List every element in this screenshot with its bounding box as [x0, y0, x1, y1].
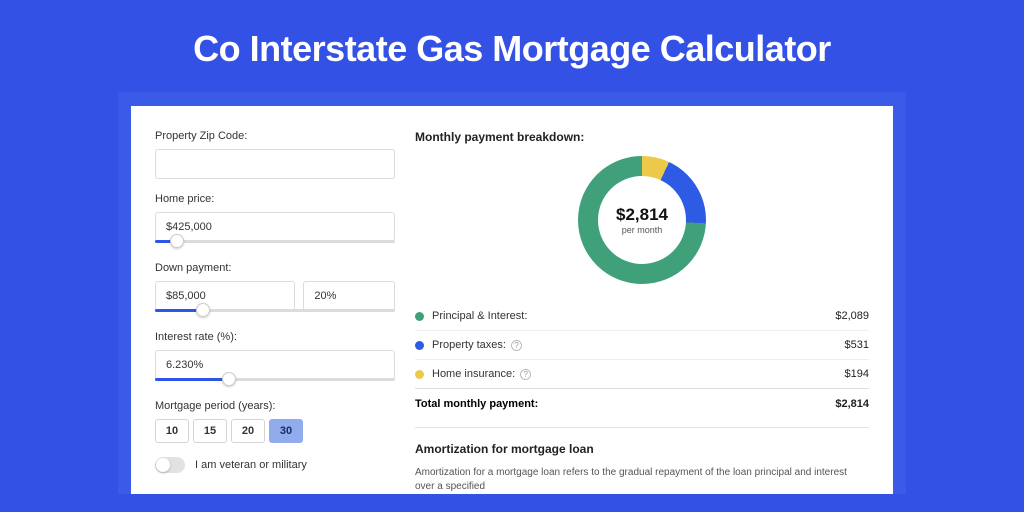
legend-label: Property taxes:	[432, 339, 506, 351]
home-price-slider[interactable]	[155, 238, 395, 248]
period-btn-30[interactable]: 30	[269, 419, 303, 443]
zip-input[interactable]	[155, 149, 395, 179]
breakdown-column: Monthly payment breakdown: $2,814 per mo…	[415, 130, 869, 494]
donut-center: $2,814 per month	[598, 176, 686, 264]
legend-label: Principal & Interest:	[432, 310, 527, 322]
veteran-field: I am veteran or military	[155, 457, 395, 473]
donut-amount: $2,814	[616, 205, 668, 225]
dot-icon	[415, 312, 424, 321]
zip-label: Property Zip Code:	[155, 130, 395, 142]
legend-row-principal: Principal & Interest: $2,089	[415, 302, 869, 330]
down-payment-label: Down payment:	[155, 262, 395, 274]
slider-thumb[interactable]	[170, 234, 184, 248]
down-payment-slider[interactable]	[155, 307, 395, 317]
donut-sub: per month	[622, 225, 663, 235]
total-label: Total monthly payment:	[415, 398, 538, 410]
breakdown-title: Monthly payment breakdown:	[415, 130, 869, 144]
veteran-label: I am veteran or military	[195, 459, 307, 471]
amortization-text: Amortization for a mortgage loan refers …	[415, 466, 869, 494]
interest-slider[interactable]	[155, 376, 395, 386]
home-price-field: Home price:	[155, 193, 395, 248]
legend-row-insurance: Home insurance: ? $194	[415, 359, 869, 388]
dot-icon	[415, 341, 424, 350]
donut-wrap: $2,814 per month	[415, 156, 869, 284]
page-title: Co Interstate Gas Mortgage Calculator	[193, 28, 831, 70]
home-price-label: Home price:	[155, 193, 395, 205]
calculator-stage: Property Zip Code: Home price: Down paym…	[118, 92, 906, 494]
calculator-card: Property Zip Code: Home price: Down paym…	[131, 106, 893, 494]
veteran-toggle[interactable]	[155, 457, 185, 473]
period-btn-10[interactable]: 10	[155, 419, 189, 443]
slider-track	[155, 240, 395, 243]
legend-value: $2,089	[835, 310, 869, 322]
legend-total-row: Total monthly payment: $2,814	[415, 388, 869, 419]
interest-label: Interest rate (%):	[155, 331, 395, 343]
total-value: $2,814	[835, 398, 869, 410]
info-icon[interactable]: ?	[520, 369, 531, 380]
legend: Principal & Interest: $2,089 Property ta…	[415, 302, 869, 419]
legend-value: $194	[845, 368, 869, 380]
period-label: Mortgage period (years):	[155, 400, 395, 412]
down-payment-field: Down payment:	[155, 262, 395, 317]
legend-row-taxes: Property taxes: ? $531	[415, 330, 869, 359]
period-btn-15[interactable]: 15	[193, 419, 227, 443]
amortization-section: Amortization for mortgage loan Amortizat…	[415, 427, 869, 494]
period-btn-20[interactable]: 20	[231, 419, 265, 443]
legend-value: $531	[845, 339, 869, 351]
info-icon[interactable]: ?	[511, 340, 522, 351]
period-field: Mortgage period (years): 10 15 20 30	[155, 400, 395, 443]
dot-icon	[415, 370, 424, 379]
slider-thumb[interactable]	[222, 372, 236, 386]
donut-chart: $2,814 per month	[578, 156, 706, 284]
slider-thumb[interactable]	[196, 303, 210, 317]
interest-field: Interest rate (%):	[155, 331, 395, 386]
form-column: Property Zip Code: Home price: Down paym…	[155, 130, 395, 494]
toggle-knob	[156, 458, 170, 472]
legend-label: Home insurance:	[432, 368, 515, 380]
amortization-title: Amortization for mortgage loan	[415, 442, 869, 456]
zip-field: Property Zip Code:	[155, 130, 395, 179]
period-buttons: 10 15 20 30	[155, 419, 395, 443]
slider-fill	[155, 378, 229, 381]
